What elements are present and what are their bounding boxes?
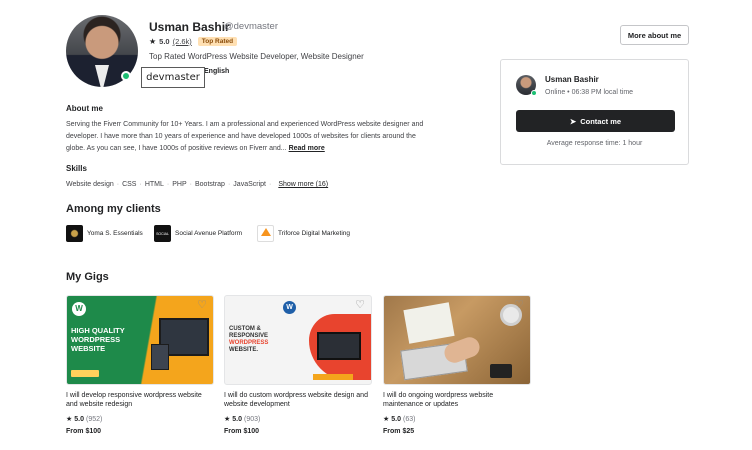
gig-thumbnail[interactable]: ♡ [383,295,531,385]
thumb-laptop [317,332,361,360]
gig-thumb-line: CUSTOM & [229,326,261,332]
contact-name: Usman Bashir [545,75,599,84]
skill-tag[interactable]: PHP [172,181,186,188]
gig-card[interactable]: W CUSTOM & RESPONSIVE WORDPRESS WEBSITE.… [224,295,372,435]
profile-handle: @devmaster [224,21,278,32]
skill-tag[interactable]: Bootstrap [195,181,225,188]
more-about-me-button[interactable]: More about me [620,25,689,45]
heart-icon[interactable]: ♡ [354,300,366,311]
gig-thumb-line: WORDPRESS [71,335,121,344]
client-name: Triforce Digital Marketing [278,230,351,237]
gig-thumb-line: WEBSITE [71,344,106,353]
client-logo [66,225,83,242]
skill-tag[interactable]: CSS [122,181,136,188]
about-text: Serving the Fiverr Community for 10+ Yea… [66,119,426,155]
avatar-shirt [95,65,109,87]
response-time: Average response time: 1 hour [546,140,643,147]
about-heading: About me [66,104,103,113]
client-name: Yoma S. Essentials [87,230,143,237]
contact-button-label: Contact me [580,116,622,126]
gig-thumb-line: WEBSITE. [229,347,259,353]
client-item: Yoma S. Essentials [66,225,143,242]
gig-thumb-line: WORDPRESS [229,340,269,346]
contact-card: Usman Bashir Online • 06:38 PM local tim… [500,59,689,165]
gigs-heading: My Gigs [66,271,109,283]
gig-price: From $25 [383,428,415,435]
client-name: Social Avenue Platform [175,230,243,237]
gig-review-count: (952) [86,415,103,423]
thumb-paper [403,302,455,344]
skill-separator: · [139,181,142,188]
gig-thumb-text: CUSTOM & RESPONSIVE WORDPRESS WEBSITE. [229,326,268,354]
star-icon: ★ [224,416,231,423]
language-value: English [204,68,230,75]
clients-heading: Among my clients [66,203,161,215]
skill-tag[interactable]: JavaScript [233,181,266,188]
gig-card[interactable]: ♡ I will do ongoing wordpress website ma… [383,295,531,435]
gig-review-count: (903) [244,415,261,423]
gig-card[interactable]: W HIGH QUALITY WORDPRESS WEBSITE ♡ I wil… [66,295,214,435]
contact-status: Online • 06:38 PM local time [545,89,634,96]
read-more-link[interactable]: Read more [289,145,325,152]
gig-title[interactable]: I will do custom wordpress website desig… [224,391,372,409]
client-logo-text: SOCIAL [156,231,169,236]
wordpress-logo-icon: W [283,301,296,314]
send-icon: ➤ [569,116,577,126]
thumb-orange-bar [313,374,353,380]
gig-title[interactable]: I will develop responsive wordpress webs… [66,391,214,409]
heart-icon[interactable]: ♡ [513,300,525,311]
skills-list: Website design · CSS · HTML · PHP · Bootstra… [66,181,328,188]
rating-value: 5.0 [159,37,170,46]
thumb-cta-bar [71,370,99,377]
gig-price: From $100 [224,428,260,435]
profile-rating: ★ 5.0 (2.6k) Top Rated [149,37,238,46]
skill-tag[interactable]: HTML [145,181,164,188]
online-status-dot [121,71,131,81]
top-rated-badge: Top Rated [197,37,238,46]
gig-thumb-text: HIGH QUALITY WORDPRESS WEBSITE [71,326,125,353]
username-tooltip: devmaster [141,67,205,88]
gig-price: From $100 [66,428,102,435]
gig-thumbnail[interactable]: W HIGH QUALITY WORDPRESS WEBSITE ♡ [66,295,214,385]
skill-separator: · [227,181,231,188]
gig-rating-value: 5.0 [232,415,243,423]
star-icon: ★ [383,416,390,423]
gig-rating-value: 5.0 [391,415,402,423]
profile-language: English [204,68,229,75]
gig-rating: ★ 5.0 (952) [66,415,214,424]
about-body: Serving the Fiverr Community for 10+ Yea… [66,121,424,152]
skill-tag[interactable]: Website design [66,181,114,188]
star-icon: ★ [149,37,157,46]
client-logo [257,225,274,242]
contact-me-button[interactable]: ➤ Contact me [516,110,675,132]
thumb-phone [490,364,512,378]
skill-separator: · [166,181,170,188]
gig-rating: ★ 5.0 (903) [224,415,372,424]
client-logo: SOCIAL [154,225,171,242]
gig-rating: ★ 5.0 (63) [383,415,531,424]
heart-icon[interactable]: ♡ [196,300,208,311]
gig-rating-value: 5.0 [74,415,85,423]
wordpress-logo-icon: W [72,302,86,316]
online-status-dot [531,90,537,96]
star-icon: ★ [66,416,73,423]
thumb-tablet [151,344,169,370]
skills-heading: Skills [66,164,87,173]
show-more-skills-link[interactable]: Show more (16) [278,181,328,188]
skill-separator: · [116,181,120,188]
skill-separator: · [268,181,272,188]
profile-name: Usman Bashir [149,20,230,34]
gig-thumb-line: RESPONSIVE [229,333,269,339]
gig-title[interactable]: I will do ongoing wordpress website main… [383,391,531,409]
gig-thumbnail[interactable]: W CUSTOM & RESPONSIVE WORDPRESS WEBSITE.… [224,295,372,385]
gig-review-count: (63) [403,415,416,423]
client-item: Triforce Digital Marketing [257,225,350,242]
skill-separator: · [189,181,192,188]
review-count-link[interactable]: (2.6k) [173,37,192,46]
gig-thumb-line: HIGH QUALITY [71,326,125,335]
profile-tagline: Top Rated WordPress Website Developer, W… [149,52,364,61]
client-item: SOCIAL Social Avenue Platform [154,225,242,242]
